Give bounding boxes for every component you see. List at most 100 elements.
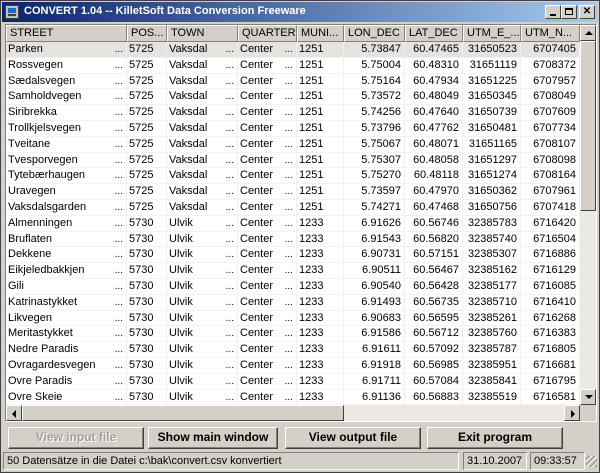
cell-street[interactable]: Parken... — [6, 42, 127, 58]
cell-utm-n[interactable]: 6707405 — [521, 42, 580, 58]
cell-postcode[interactable]: 5725 — [127, 105, 167, 121]
table-row[interactable]: Nedre Paradis... 5730 Ulvik... Center... 123… — [6, 342, 580, 358]
ellipsis-button[interactable]: ... — [115, 121, 123, 136]
cell-street[interactable]: Sædalsvegen... — [6, 73, 127, 90]
cell-lat-dec[interactable]: 60.48118 — [405, 168, 463, 185]
ellipsis-button[interactable]: ... — [285, 374, 293, 389]
data-grid[interactable]: STREET POS... TOWN QUARTER MUNI... LON_D… — [5, 24, 597, 422]
cell-lon-dec[interactable]: 5.75004 — [344, 57, 405, 74]
app-icon[interactable] — [5, 5, 19, 19]
cell-lon-dec[interactable]: 5.75067 — [344, 136, 405, 153]
cell-utm-n[interactable]: 6716858 — [521, 421, 580, 422]
column-header-lon-dec[interactable]: LON_DEC — [344, 25, 405, 42]
ellipsis-button[interactable]: ... — [285, 168, 293, 183]
cell-municipality[interactable]: 1251 — [297, 136, 344, 153]
ellipsis-button[interactable]: ... — [115, 358, 123, 373]
cell-lat-dec[interactable]: 60.56595 — [405, 310, 463, 327]
ellipsis-button[interactable]: ... — [226, 263, 234, 278]
cell-lat-dec[interactable]: 60.47762 — [405, 120, 463, 137]
ellipsis-button[interactable]: ... — [285, 390, 293, 405]
table-row[interactable]: Siribrekka... 5725 Vaksdal... Center... 1251… — [6, 105, 580, 121]
cell-town[interactable]: Ulvik... — [167, 326, 238, 343]
cell-town[interactable]: Vaksdal... — [167, 57, 238, 74]
cell-municipality[interactable]: 1233 — [297, 342, 344, 358]
cell-town[interactable]: Ulvik... — [167, 278, 238, 295]
cell-lon-dec[interactable]: 6.90683 — [344, 310, 405, 327]
cell-lon-dec[interactable]: 6.90540 — [344, 278, 405, 295]
ellipsis-button[interactable]: ... — [226, 153, 234, 168]
ellipsis-button[interactable]: ... — [115, 89, 123, 104]
cell-postcode[interactable]: 5730 — [127, 373, 167, 390]
cell-municipality[interactable]: 1251 — [297, 73, 344, 90]
cell-street[interactable]: Bruflaten... — [6, 231, 127, 248]
cell-town[interactable]: Vaksdal... — [167, 120, 238, 137]
cell-utm-e[interactable]: 32385162 — [463, 263, 521, 279]
cell-utm-n[interactable]: 6707418 — [521, 199, 580, 216]
cell-lon-dec[interactable]: 6.92320 — [344, 421, 405, 422]
cell-street[interactable]: Nedre Paradis... — [6, 342, 127, 358]
cell-quarter[interactable]: Center... — [238, 278, 297, 295]
cell-quarter[interactable]: Center... — [238, 294, 297, 311]
cell-lon-dec[interactable]: 6.91611 — [344, 342, 405, 358]
cell-lon-dec[interactable]: 6.91711 — [344, 373, 405, 390]
cell-lon-dec[interactable]: 6.90731 — [344, 247, 405, 264]
ellipsis-button[interactable]: ... — [285, 153, 293, 168]
cell-street[interactable]: Likvegen... — [6, 310, 127, 327]
cell-street[interactable]: Siribrekka... — [6, 105, 127, 121]
cell-town[interactable]: Ulvik... — [167, 389, 238, 406]
cell-lat-dec[interactable]: 60.57084 — [405, 373, 463, 390]
cell-quarter[interactable]: Center... — [238, 73, 297, 90]
show-main-window-button[interactable]: Show main window — [148, 427, 278, 449]
cell-quarter[interactable]: Center... — [238, 184, 297, 200]
cell-street[interactable]: Katrinastykket... — [6, 294, 127, 311]
cell-postcode[interactable]: 5725 — [127, 57, 167, 74]
view-output-file-button[interactable]: View output file — [285, 427, 421, 449]
cell-municipality[interactable]: 1251 — [297, 42, 344, 58]
cell-utm-n[interactable]: 6707609 — [521, 105, 580, 121]
cell-street[interactable]: Meritastykket... — [6, 326, 127, 343]
table-row[interactable]: Rossvegen... 5725 Vaksdal... Center... 1251 5… — [6, 57, 580, 74]
view-input-file-button[interactable]: View input file — [8, 427, 144, 449]
title-bar[interactable]: CONVERT 1.04 -- KilletSoft Data Conversi… — [2, 2, 598, 22]
ellipsis-button[interactable]: ... — [226, 421, 234, 422]
cell-town[interactable]: Ulvik... — [167, 342, 238, 358]
cell-utm-e[interactable]: 32385261 — [463, 310, 521, 327]
cell-municipality[interactable]: 1251 — [297, 199, 344, 216]
cell-utm-n[interactable]: 6716886 — [521, 247, 580, 264]
ellipsis-button[interactable]: ... — [285, 216, 293, 231]
cell-utm-e[interactable]: 31651165 — [463, 136, 521, 153]
cell-utm-n[interactable]: 6707734 — [521, 120, 580, 137]
scroll-up-button[interactable] — [580, 25, 596, 41]
cell-postcode[interactable]: 5730 — [127, 326, 167, 343]
cell-utm-n[interactable]: 6708049 — [521, 89, 580, 106]
ellipsis-button[interactable]: ... — [226, 58, 234, 73]
close-button[interactable]: ✕ — [579, 5, 595, 19]
cell-utm-n[interactable]: 6716795 — [521, 373, 580, 390]
cell-utm-n[interactable]: 6708372 — [521, 57, 580, 74]
cell-municipality[interactable]: 1251 — [297, 168, 344, 185]
cell-quarter[interactable]: Center... — [238, 89, 297, 106]
ellipsis-button[interactable]: ... — [285, 200, 293, 215]
cell-street[interactable]: Ovre Skeie... — [6, 389, 127, 406]
cell-quarter[interactable]: Center... — [238, 373, 297, 390]
cell-postcode[interactable]: 5730 — [127, 231, 167, 248]
table-row[interactable]: Ovre Skeie... 5730 Ulvik... Center... 1233 6.… — [6, 389, 580, 406]
table-row[interactable]: Tytebærhaugen... 5725 Vaksdal... Center... 1… — [6, 168, 580, 185]
cell-utm-e[interactable]: 32385710 — [463, 294, 521, 311]
cell-lon-dec[interactable]: 5.73847 — [344, 42, 405, 58]
cell-lon-dec[interactable]: 5.74271 — [344, 199, 405, 216]
cell-town[interactable]: Ulvik... — [167, 357, 238, 374]
cell-postcode[interactable]: 5730 — [127, 215, 167, 232]
ellipsis-button[interactable]: ... — [226, 216, 234, 231]
cell-municipality[interactable]: 1233 — [297, 421, 344, 422]
ellipsis-button[interactable]: ... — [285, 105, 293, 120]
cell-municipality[interactable]: 1233 — [297, 215, 344, 232]
cell-lat-dec[interactable]: 60.47640 — [405, 105, 463, 121]
ellipsis-button[interactable]: ... — [226, 184, 234, 199]
ellipsis-button[interactable]: ... — [115, 184, 123, 199]
cell-utm-e[interactable]: 32385740 — [463, 231, 521, 248]
vertical-scroll-thumb[interactable] — [580, 41, 596, 211]
cell-postcode[interactable]: 5730 — [127, 278, 167, 295]
cell-utm-n[interactable]: 6707957 — [521, 73, 580, 90]
cell-utm-e[interactable]: 32385951 — [463, 357, 521, 374]
